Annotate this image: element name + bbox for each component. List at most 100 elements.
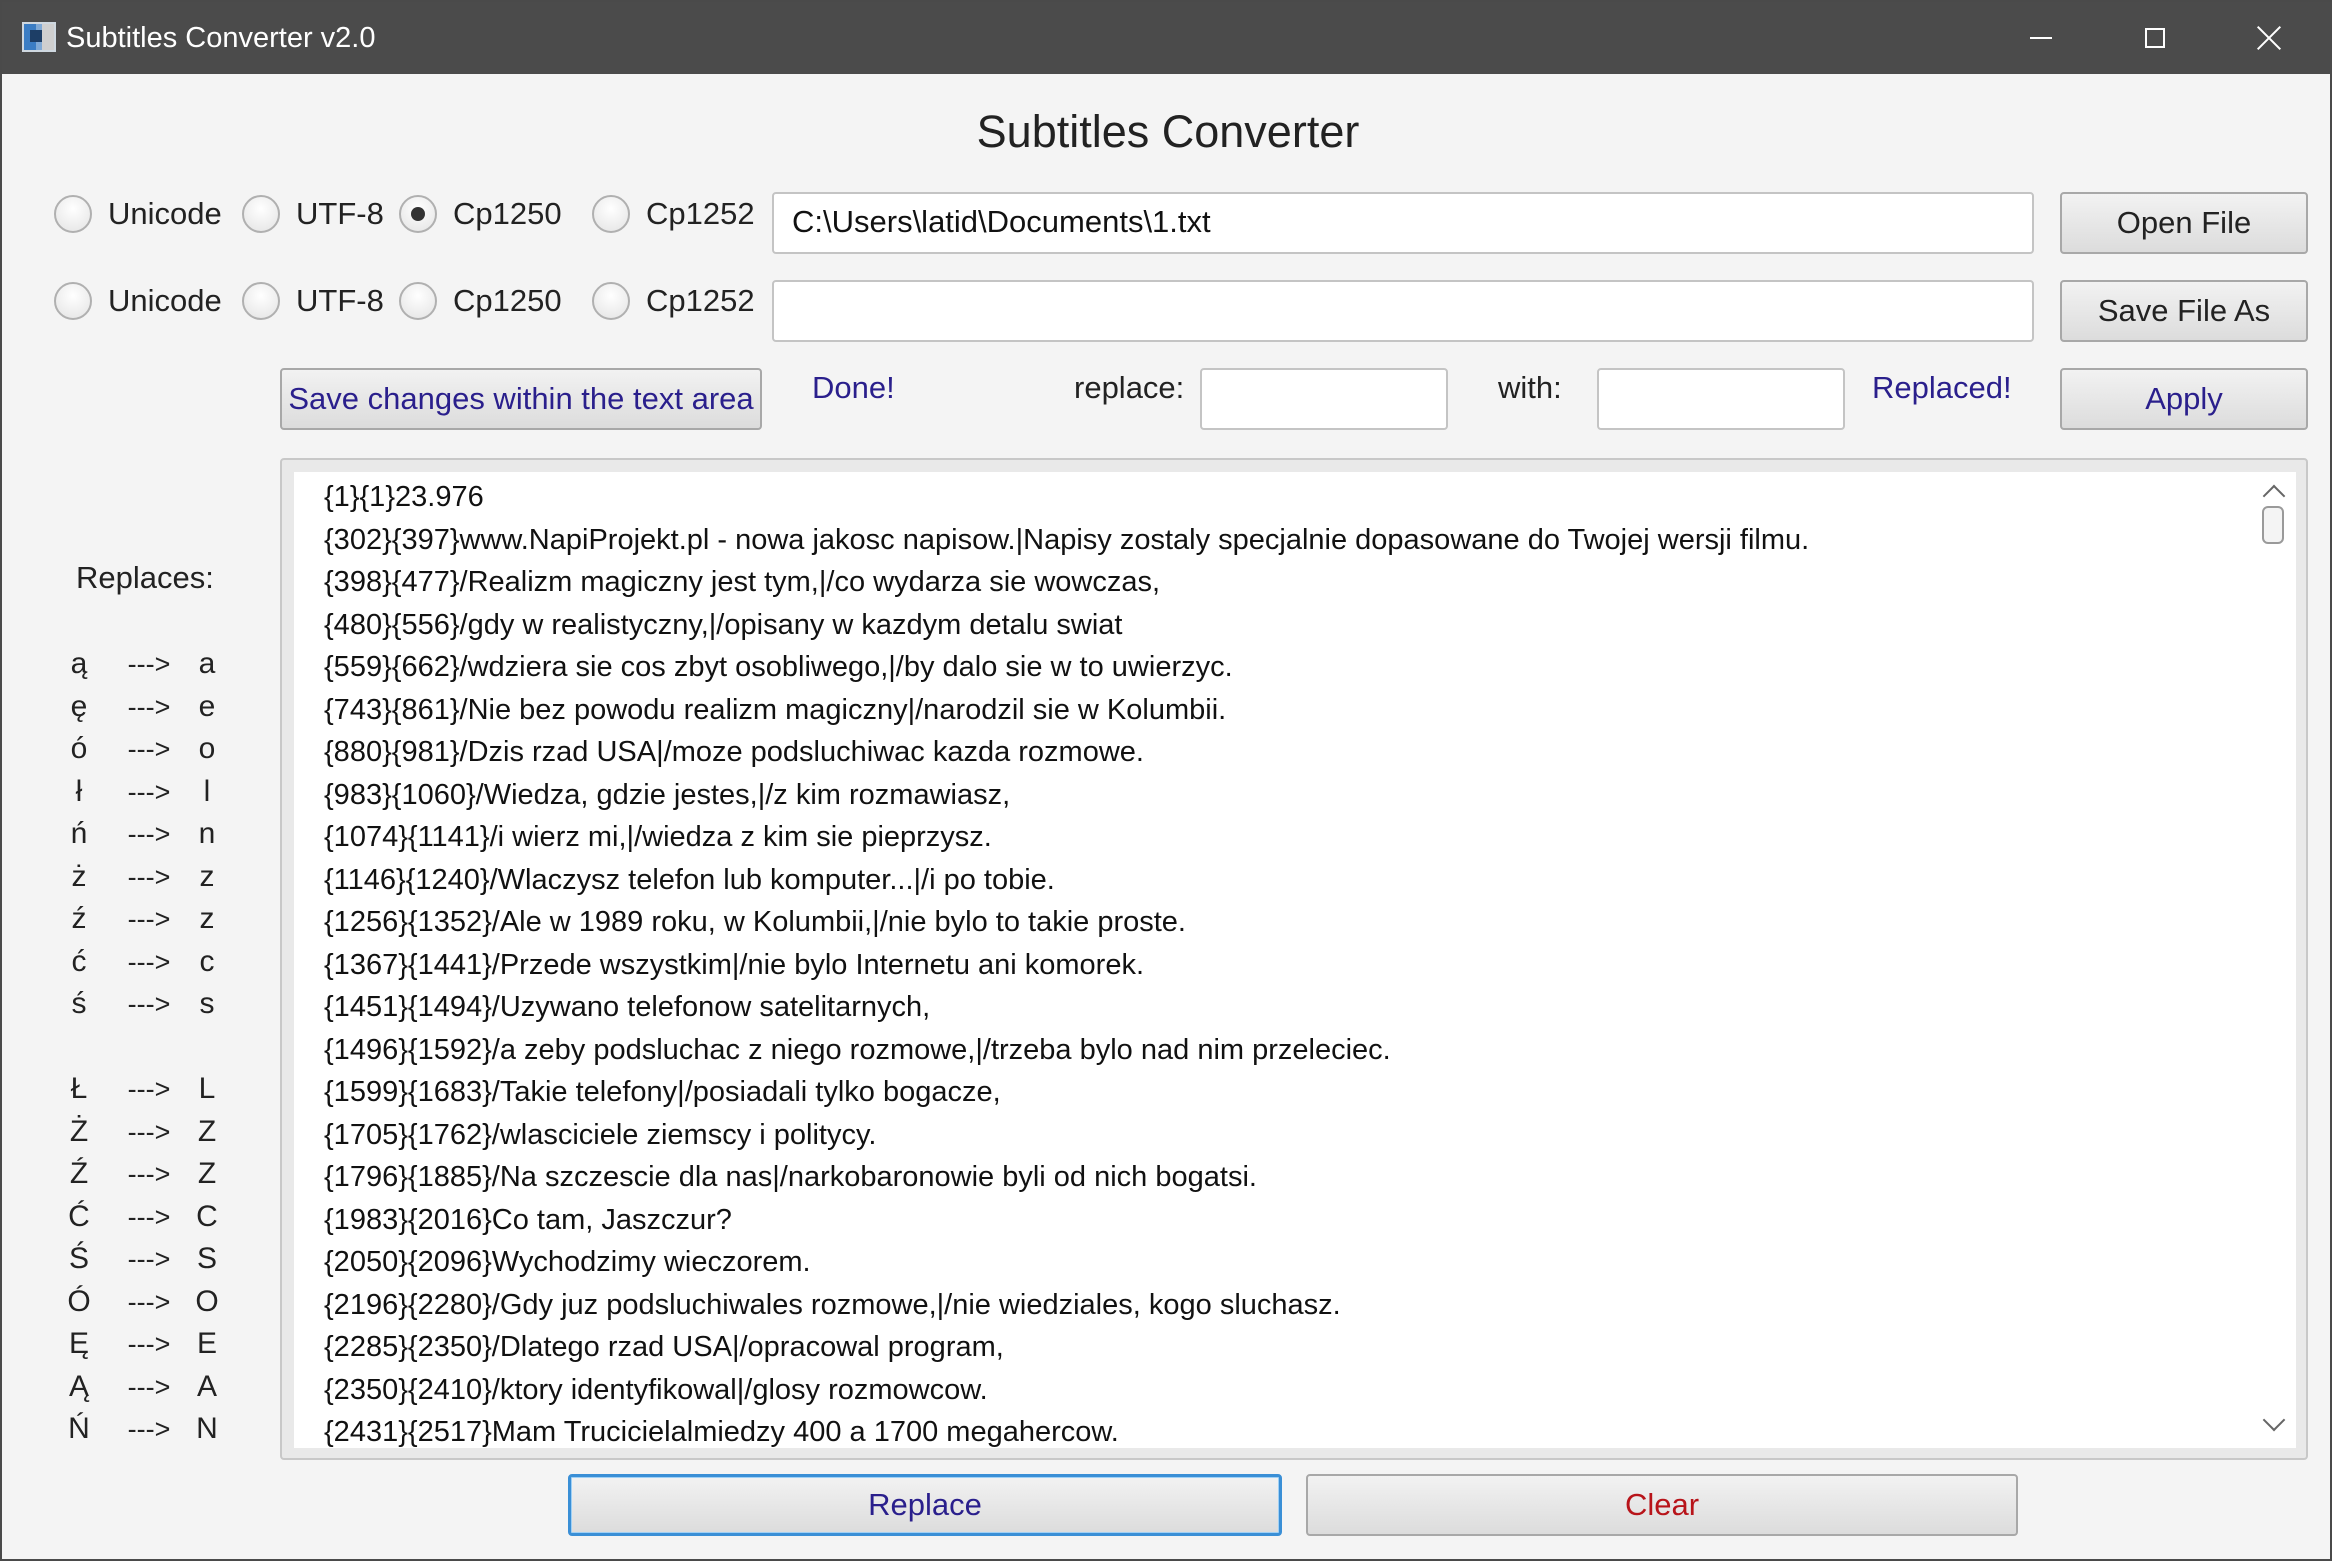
replace-pair: ź ---> z xyxy=(42,899,242,939)
app-window: Subtitles Converter v2.0 Subtitles Conve… xyxy=(0,0,2332,1561)
replace-from: ś xyxy=(71,987,87,1020)
replace-arrow: ---> xyxy=(127,776,171,807)
replace-to: o xyxy=(198,732,216,765)
radio-circle[interactable] xyxy=(592,282,630,320)
maximize-icon xyxy=(2145,28,2165,48)
maximize-button[interactable] xyxy=(2098,2,2212,74)
replace-pair: ł ---> l xyxy=(42,772,242,812)
with-input[interactable] xyxy=(1597,368,1845,430)
replace-arrow: ---> xyxy=(127,1074,171,1104)
replace-pair: Ś ---> S xyxy=(42,1239,242,1279)
close-button[interactable] xyxy=(2212,2,2326,74)
replace-arrow: ---> xyxy=(127,1201,171,1232)
replace-to: s xyxy=(199,987,215,1020)
radio-label: Unicode xyxy=(108,196,222,231)
text-line: {2196}{2280}/Gdy juz podsluchiwales rozm… xyxy=(324,1288,1341,1321)
replace-arrow: ---> xyxy=(127,904,171,934)
radio-circle[interactable] xyxy=(54,195,92,233)
replace-from: Ć xyxy=(68,1199,90,1233)
text-line: {2431}{2517}Mam Trucicielalmiedzy 400 a … xyxy=(324,1416,1119,1448)
text-line: {880}{981}/Dzis rzad USA|/moze podsluchi… xyxy=(324,736,1144,768)
replace-pair: Ź ---> Z xyxy=(42,1154,242,1194)
text-line: {559}{662}/wdziera sie cos zbyt osobliwe… xyxy=(324,651,1233,683)
replace-arrow: ---> xyxy=(127,989,171,1019)
title-bar[interactable]: Subtitles Converter v2.0 xyxy=(2,2,2332,74)
text-line: {302}{397}www.NapiProjekt.pl - nowa jako… xyxy=(324,523,1810,556)
replace-from: ż xyxy=(71,859,87,893)
radio-circle[interactable] xyxy=(399,282,437,320)
input-encoding-utf8-radio[interactable]: UTF-8 xyxy=(242,189,384,239)
output-encoding-cp1252-radio[interactable]: Cp1252 xyxy=(592,276,755,326)
vertical-scrollbar[interactable] xyxy=(2252,472,2296,1448)
minimize-button[interactable] xyxy=(1984,2,2098,74)
text-line: {1}{1}23.976 xyxy=(324,481,484,513)
replace-to: E xyxy=(196,1327,217,1360)
replace-from: Ń xyxy=(68,1412,90,1445)
save-changes-button[interactable]: Save changes within the text area xyxy=(280,368,762,430)
output-encoding-utf8-radio[interactable]: UTF-8 xyxy=(242,276,384,326)
replace-from: ą xyxy=(70,647,88,680)
radio-label: UTF-8 xyxy=(296,283,384,318)
replace-arrow: ---> xyxy=(127,1329,171,1359)
replace-button[interactable]: Replace xyxy=(568,1474,1282,1536)
replace-pair: ę ---> e xyxy=(42,687,242,727)
radio-circle[interactable] xyxy=(242,195,280,233)
output-encoding-cp1250-radio[interactable]: Cp1250 xyxy=(399,276,562,326)
scroll-up-icon[interactable] xyxy=(2262,484,2286,508)
radio-label: Cp1252 xyxy=(646,283,755,318)
output-encoding-unicode-radio[interactable]: Unicode xyxy=(54,276,222,326)
close-icon xyxy=(2256,25,2282,51)
text-line: {1256}{1352}/Ale w 1989 roku, w Kolumbii… xyxy=(324,906,1186,938)
replace-pair: Ó ---> O xyxy=(42,1282,242,1322)
replace-to: n xyxy=(198,817,216,850)
replace-arrow: ---> xyxy=(127,946,171,977)
subtitle-text-area-frame: {1}{1}23.976 {302}{397}www.NapiProjekt.p… xyxy=(280,458,2308,1460)
subtitle-text-area[interactable]: {1}{1}23.976 {302}{397}www.NapiProjekt.p… xyxy=(294,472,2296,1448)
text-line: {398}{477}/Realizm magiczny jest tym,|/c… xyxy=(324,566,1161,598)
replace-to: L xyxy=(198,1072,216,1105)
replace-to: N xyxy=(196,1412,218,1445)
open-file-button[interactable]: Open File xyxy=(2060,192,2308,254)
replace-pair: Ć ---> C xyxy=(42,1197,242,1237)
replace-pair: Ę ---> E xyxy=(42,1324,242,1364)
replace-to: z xyxy=(199,859,215,893)
save-file-as-button[interactable]: Save File As xyxy=(2060,280,2308,342)
replace-to: l xyxy=(203,774,211,808)
clear-button[interactable]: Clear xyxy=(1306,1474,2018,1536)
input-encoding-unicode-radio[interactable]: Unicode xyxy=(54,189,222,239)
replace-from: Ó xyxy=(67,1284,91,1318)
text-line: {1146}{1240}/Wlaczysz telefon lub komput… xyxy=(324,863,1055,896)
input-encoding-cp1252-radio[interactable]: Cp1252 xyxy=(592,189,755,239)
replace-arrow: ---> xyxy=(127,649,171,679)
text-line: {1367}{1441}/Przede wszystkim|/nie bylo … xyxy=(324,948,1145,981)
text-line: {1983}{2016}Co tam, Jaszczur? xyxy=(324,1203,732,1236)
done-status: Done! xyxy=(812,370,895,405)
replace-arrow: ---> xyxy=(127,1244,171,1274)
replace-input[interactable] xyxy=(1200,368,1448,430)
scroll-down-icon[interactable] xyxy=(2262,1408,2286,1432)
replace-arrow: ---> xyxy=(127,1286,171,1317)
radio-label: Cp1250 xyxy=(453,283,562,318)
apply-button[interactable]: Apply xyxy=(2060,368,2308,430)
replace-pair: ć ---> c xyxy=(42,942,242,982)
radio-circle[interactable] xyxy=(592,195,630,233)
replace-to: S xyxy=(196,1242,217,1275)
output-file-path-field[interactable] xyxy=(772,280,2034,342)
replace-pair: ż ---> z xyxy=(42,857,242,897)
radio-circle[interactable] xyxy=(242,282,280,320)
input-encoding-cp1250-radio[interactable]: Cp1250 xyxy=(399,189,562,239)
app-icon xyxy=(22,22,56,52)
replace-from: Ą xyxy=(68,1369,89,1403)
input-file-path-field[interactable]: C:\Users\latid\Documents\1.txt xyxy=(772,192,2034,254)
radio-circle-selected[interactable] xyxy=(399,195,437,233)
scroll-thumb[interactable] xyxy=(2262,506,2284,544)
replace-arrow: ---> xyxy=(127,734,171,764)
replaced-status: Replaced! xyxy=(1872,370,2012,405)
replace-to: Z xyxy=(197,1157,217,1190)
replace-pair: ó ---> o xyxy=(42,729,242,769)
text-line: {1705}{1762}/wlasciciele ziemscy i polit… xyxy=(324,1118,877,1151)
replace-pair: Ł ---> L xyxy=(42,1069,242,1109)
replace-to: a xyxy=(198,647,216,680)
replace-from: ź xyxy=(71,902,87,935)
radio-circle[interactable] xyxy=(54,282,92,320)
